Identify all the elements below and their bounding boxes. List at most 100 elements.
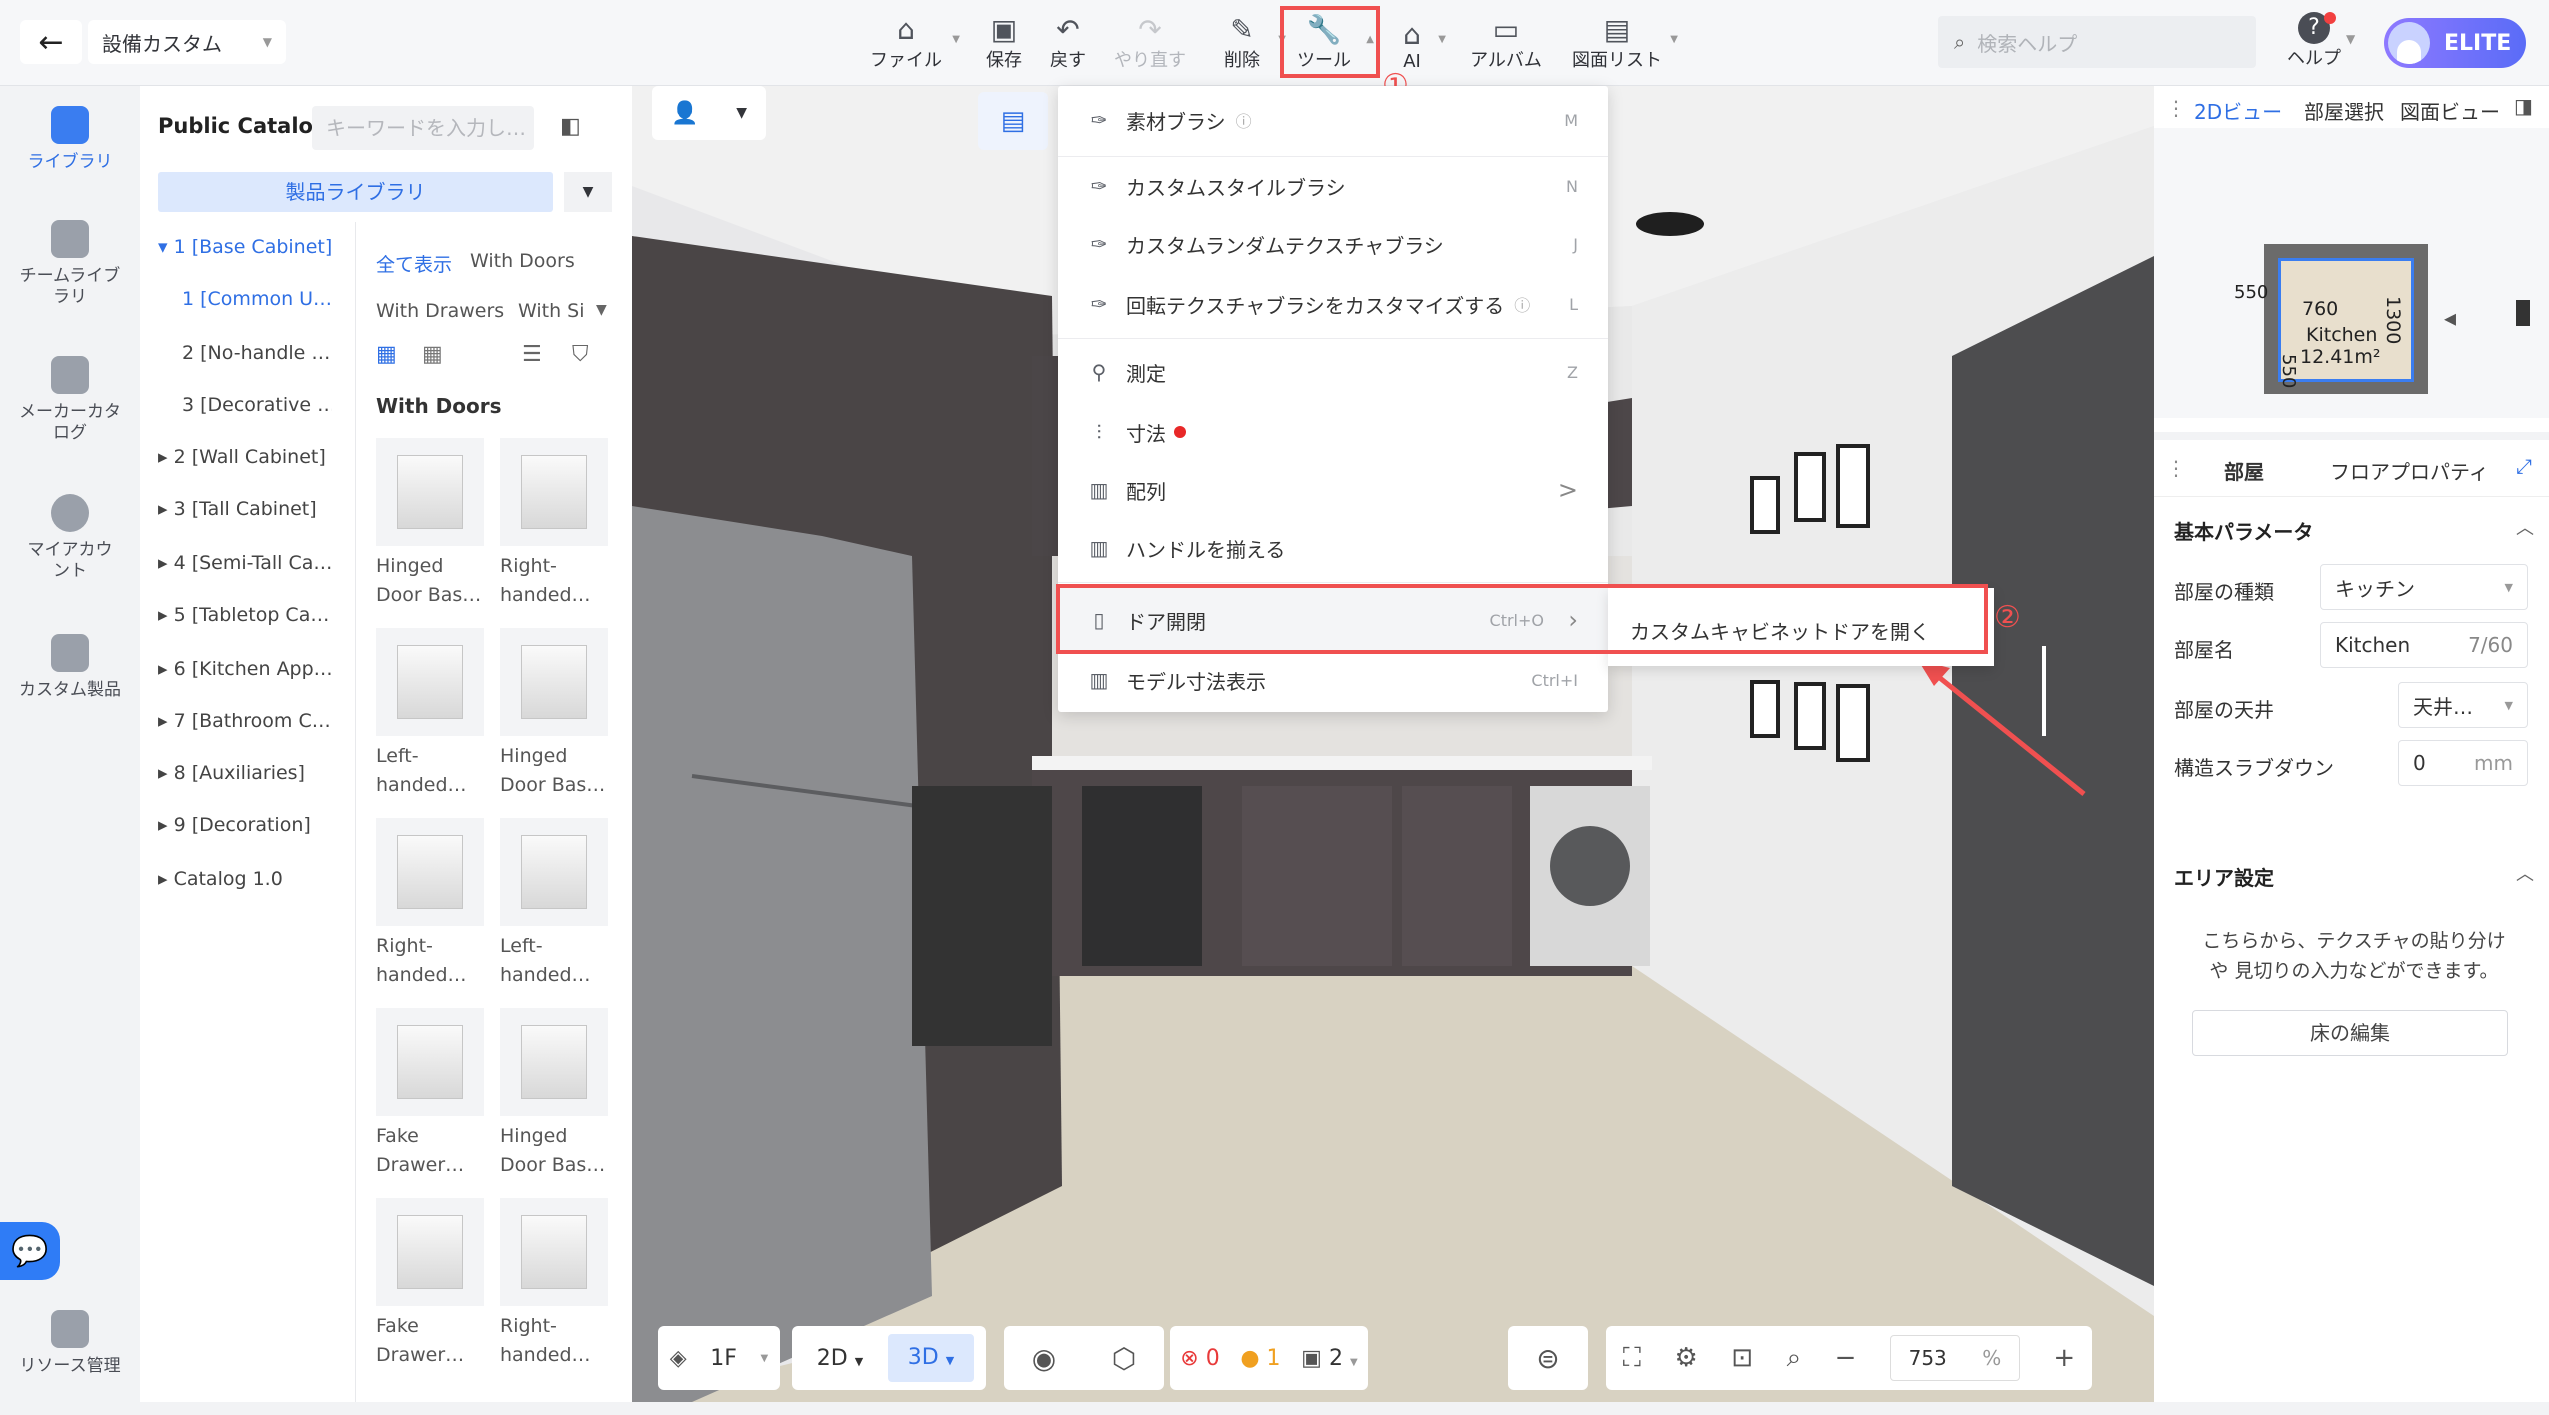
product-card[interactable]: Left-handed… (376, 628, 484, 800)
status-indicators[interactable]: ⊗ 0 ● 1 ▣ 2 ▼ (1170, 1326, 1368, 1390)
tree-item[interactable]: 3 [Decorative … (182, 394, 332, 416)
tree-item[interactable]: ▸ 6 [Kitchen App… (158, 658, 340, 680)
chevron-up-icon[interactable]: ︿ (2516, 514, 2534, 540)
filter-with-si[interactable]: With Si (518, 300, 585, 322)
product-card[interactable]: Fake Drawer… (376, 1008, 484, 1180)
nav-resource-management[interactable]: リソース管理 (0, 1310, 140, 1377)
filter-icon[interactable]: ⛉ (572, 342, 589, 367)
product-card[interactable]: Hinged Door Bas… (376, 438, 484, 610)
tree-item[interactable]: ▸ Catalog 1.0 (158, 868, 358, 890)
nav-maker-catalog[interactable]: メーカーカタログ (0, 356, 140, 444)
filter-with-doors[interactable]: With Doors (470, 250, 575, 272)
save-button[interactable]: ▣ 保存 (974, 10, 1034, 72)
tree-item[interactable]: ▸ 3 [Tall Cabinet] (158, 498, 358, 520)
fit-view-icon[interactable]: ⛶ (1623, 1343, 1641, 1374)
tab-drawing-view[interactable]: 図面ビュー (2400, 96, 2500, 125)
slab-down-input[interactable]: 0 mm (2398, 740, 2528, 786)
nav-custom-product[interactable]: カスタム製品 (0, 634, 140, 701)
zoom-out-icon[interactable]: − (1835, 1343, 1857, 1373)
view-2d-button[interactable]: 2D ▼ (792, 1346, 888, 1371)
view-3d-button[interactable]: 3D ▼ (888, 1334, 974, 1382)
zoom-in-icon[interactable]: + (2053, 1343, 2075, 1373)
room-type-select[interactable]: キッチン ▼ (2320, 564, 2528, 610)
chevron-down-icon[interactable]: ▼ (596, 302, 607, 318)
minimap[interactable]: 760 1300 550 550 Kitchen 12.41m² ◂ (2154, 128, 2549, 418)
ai-button[interactable]: ⌂ AI ▼ (1392, 10, 1446, 73)
album-button[interactable]: ▭ アルバム (1466, 10, 1546, 72)
tree-item[interactable]: ▸ 4 [Semi-Tall Ca… (158, 552, 340, 574)
product-card[interactable]: Fake Drawer… (376, 1198, 484, 1370)
product-library-button[interactable]: 製品ライブラリ (158, 172, 553, 212)
tab-room[interactable]: 部屋 (2224, 456, 2264, 485)
tree-item[interactable]: ▸ 7 [Bathroom C… (158, 710, 340, 732)
eye-icon[interactable]: ◉ (1032, 1342, 1056, 1375)
help-search-input[interactable]: ⌕ 検索ヘルプ (1938, 16, 2256, 68)
zoom-input[interactable]: 753% (1889, 1335, 2020, 1381)
library-dropdown-button[interactable]: ▼ (564, 172, 612, 212)
menu-item-align-handles[interactable]: ▥ ハンドルを揃える (1058, 520, 1608, 576)
expand-icon[interactable]: ⤢ (2516, 454, 2532, 478)
tree-item[interactable]: ▸ 5 [Tabletop Ca… (158, 604, 340, 626)
undo-button[interactable]: ↶ 戻す (1038, 10, 1098, 72)
annotation-tool-button[interactable]: ▤ (978, 92, 1048, 150)
help-button[interactable]: ? ヘルプ (2284, 12, 2344, 72)
menu-item-rotate-texture-brush[interactable]: ✑ 回転テクスチャブラシをカスタマイズする ⓘ L (1058, 276, 1608, 332)
tree-item[interactable]: ▸ 2 [Wall Cabinet] (158, 446, 358, 468)
tree-item[interactable]: 2 [No-handle … (182, 342, 332, 364)
back-button[interactable]: ← (20, 20, 82, 64)
menu-item-dimension[interactable]: ⫶ 寸法 (1058, 404, 1608, 460)
filter-all[interactable]: 全て表示 (376, 250, 452, 277)
menu-item-array[interactable]: ▥ 配列 > (1058, 462, 1608, 518)
redo-button[interactable]: ↷ やり直す (1110, 10, 1190, 72)
project-selector[interactable]: 設備カスタム ▼ (88, 20, 286, 64)
camera-mode-button[interactable]: 👤 ▼ (652, 86, 766, 140)
menu-item-model-dimensions[interactable]: ▥ モデル寸法表示 Ctrl+I (1058, 652, 1608, 708)
file-menu-button[interactable]: ⌂ ファイル ▼ (866, 10, 960, 72)
collapse-icon[interactable]: ◨ (2514, 94, 2533, 118)
camera-icon[interactable] (2516, 300, 2530, 326)
drag-handle-icon[interactable]: ⋮ (2166, 96, 2186, 120)
nav-team-library[interactable]: チームライブラリ (0, 220, 140, 308)
product-card[interactable]: Hinged Door Bas… (500, 1008, 608, 1180)
product-card[interactable]: Hinged Door Bas… (500, 628, 608, 800)
tab-floor-property[interactable]: フロアプロパティ (2330, 456, 2489, 485)
edit-floor-button[interactable]: 床の編集 (2192, 1010, 2508, 1056)
grid-view-icon[interactable]: ▦ (376, 342, 397, 367)
chat-button[interactable]: 💬 (0, 1222, 60, 1280)
menu-item-material-brush[interactable]: ✑ 素材ブラシ ⓘ M (1058, 92, 1608, 148)
sort-icon[interactable]: ☰ (522, 342, 542, 367)
delete-button[interactable]: ✎ 削除 ▼ (1212, 10, 1286, 72)
product-card[interactable]: Right-handed… (500, 1198, 608, 1370)
elite-badge[interactable]: ELITE (2384, 18, 2526, 68)
room-name-input[interactable]: Kitchen 7/60 (2320, 622, 2528, 668)
layout-toggle-icon[interactable]: ◧ (560, 114, 581, 139)
menu-item-custom-style-brush[interactable]: ✑ カスタムスタイルブラシ N (1058, 158, 1608, 214)
chevron-up-icon[interactable]: ︿ (2516, 860, 2534, 886)
tree-item[interactable]: 1 [Common U… (182, 288, 332, 310)
catalog-search-input[interactable]: キーワードを入力し… (312, 106, 534, 150)
tab-2d-view[interactable]: 2Dビュー (2194, 96, 2282, 125)
nav-my-account[interactable]: マイアカウント (0, 494, 140, 582)
zoom-search-icon[interactable]: ⌕ (1787, 1343, 1802, 1374)
tree-item[interactable]: ▾ 1 [Base Cabinet] (158, 236, 358, 258)
menu-item-measure[interactable]: ⚲ 測定 Z (1058, 344, 1608, 400)
tab-room-select[interactable]: 部屋選択 (2304, 96, 2384, 125)
menu-item-random-texture-brush[interactable]: ✑ カスタムランダムテクスチャブラシ J (1058, 216, 1608, 272)
product-card[interactable]: Right-handed… (376, 818, 484, 990)
nav-library[interactable]: ライブラリ (0, 106, 140, 173)
tree-item[interactable]: ▸ 9 [Decoration] (158, 814, 358, 836)
floor-selector[interactable]: ◈ 1F ▼ (658, 1326, 780, 1390)
ceiling-select[interactable]: 天井… ▼ (2398, 682, 2528, 728)
drag-handle-icon[interactable]: ⋮ (2166, 456, 2186, 480)
product-card[interactable]: Right-handed… (500, 438, 608, 610)
settings-toggle-button[interactable]: ⊜ (1508, 1326, 1588, 1390)
camera-marker-icon[interactable]: ◂ (2444, 304, 2456, 332)
filter-with-drawers[interactable]: With Drawers (376, 300, 504, 322)
focus-icon[interactable]: ⊡ (1731, 1343, 1753, 1373)
product-card[interactable]: Left-handed… (500, 818, 608, 990)
drawing-list-button[interactable]: ▤ 図面リスト ▼ (1570, 10, 1678, 72)
view-settings-icon[interactable]: ⚙ (1674, 1343, 1697, 1373)
large-grid-icon[interactable]: ▦ (422, 342, 443, 367)
cube-icon[interactable]: ⬡ (1112, 1342, 1136, 1375)
tree-item[interactable]: ▸ 8 [Auxiliaries] (158, 762, 358, 784)
